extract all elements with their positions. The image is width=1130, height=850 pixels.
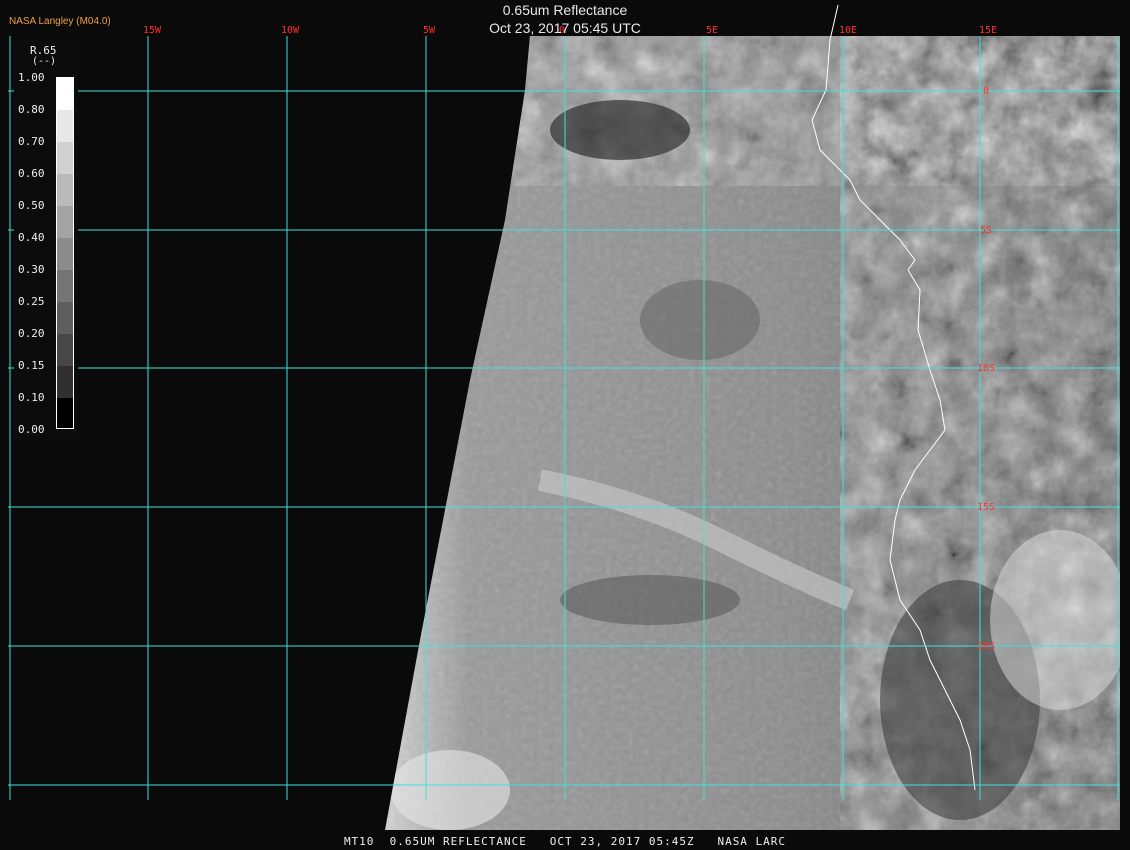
- satellite-image-viewer: 15W 10W 5W 0 5E 10E 15E 0 5S 10S 15S 20S 0.65um Ref…: [0, 0, 1130, 850]
- reflectance-map: 15W 10W 5W 0 5E 10E 15E05S10S15S20S: [0, 0, 1130, 850]
- legend-level-label: 0.80: [18, 103, 45, 116]
- legend-color-step: [57, 174, 73, 207]
- legend-color-step: [57, 206, 73, 239]
- legend-color-step: [57, 142, 73, 175]
- legend-color-step: [57, 398, 73, 428]
- legend-color-step: [57, 78, 73, 111]
- latitude-label: 10S: [977, 363, 995, 374]
- legend-color-step: [57, 270, 73, 303]
- legend-level-label: 0.60: [18, 167, 45, 180]
- latitude-label: 15S: [977, 502, 995, 513]
- legend-level-label: 1.00: [18, 71, 45, 84]
- latitude-label: 20S: [977, 641, 995, 652]
- legend-level-label: 0.10: [18, 391, 45, 404]
- image-caption: MT10 0.65UM REFLECTANCE OCT 23, 2017 05:…: [343, 835, 787, 848]
- latitude-label: 5S: [980, 225, 992, 236]
- legend-color-step: [57, 366, 73, 399]
- legend-color-step: [57, 334, 73, 367]
- legend-color-step: [57, 238, 73, 271]
- legend-level-label: 0.00: [18, 423, 45, 436]
- image-timestamp: Oct 23, 2017 05:45 UTC: [489, 20, 641, 36]
- legend-level-label: 0.50: [18, 199, 45, 212]
- latitude-label: 0: [983, 86, 989, 97]
- legend-level-label: 0.70: [18, 135, 45, 148]
- legend-color-step: [57, 302, 73, 335]
- legend-color-bar: [56, 77, 74, 429]
- image-title: 0.65um Reflectance: [502, 2, 628, 18]
- legend-level-label: 0.20: [18, 327, 45, 340]
- legend-color-step: [57, 110, 73, 143]
- legend-level-label: 0.15: [18, 359, 45, 372]
- legend-units: (--): [32, 56, 57, 67]
- agency-label: NASA Langley (M04.0): [9, 16, 111, 27]
- legend-level-label: 0.40: [18, 231, 45, 244]
- legend-level-label: 0.30: [18, 263, 45, 276]
- legend-level-label: 0.25: [18, 295, 45, 308]
